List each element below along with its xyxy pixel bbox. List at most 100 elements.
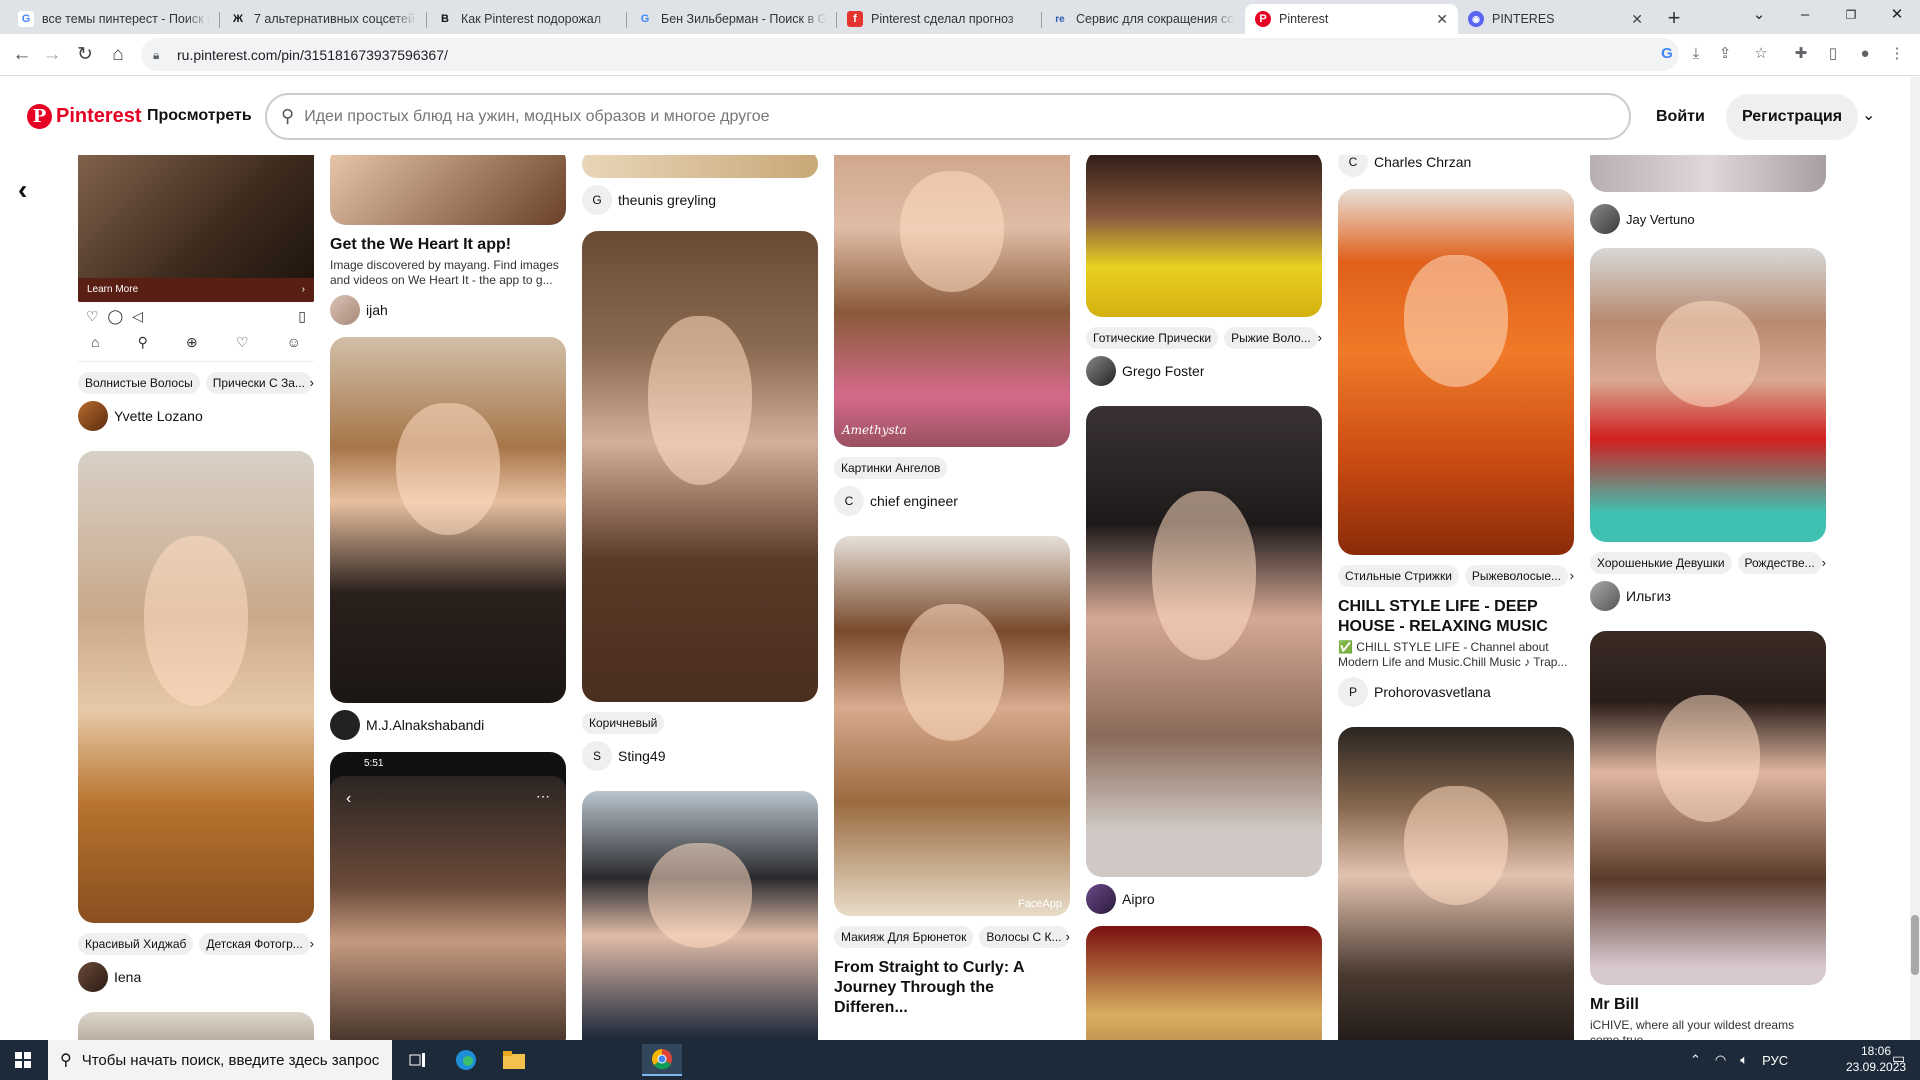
tag-chip[interactable]: Волнистые Волосы bbox=[78, 372, 200, 394]
pin-image[interactable] bbox=[1338, 189, 1574, 555]
close-tab-icon[interactable]: ✕ bbox=[1436, 11, 1448, 28]
tag-chip[interactable]: Макияж Для Брюнеток bbox=[834, 926, 974, 948]
pin-image[interactable] bbox=[582, 155, 818, 178]
scrollbar-thumb[interactable] bbox=[1911, 915, 1919, 975]
task-view-icon[interactable] bbox=[398, 1044, 438, 1076]
pin-author[interactable]: G theunis greyling bbox=[582, 185, 818, 215]
pin-image[interactable] bbox=[1590, 155, 1826, 192]
chevron-right-icon[interactable]: › bbox=[310, 933, 314, 955]
pin-image[interactable] bbox=[330, 155, 566, 225]
side-panel-icon[interactable]: ▯ bbox=[1821, 42, 1845, 66]
network-icon[interactable]: ◠ bbox=[1715, 1052, 1726, 1068]
scrollbar[interactable] bbox=[1910, 77, 1920, 1040]
search-bar[interactable]: ⚲ bbox=[265, 93, 1631, 140]
close-window-button[interactable]: ✕ bbox=[1874, 0, 1920, 30]
pin-image[interactable] bbox=[330, 337, 566, 703]
bookmark-star-icon[interactable]: ☆ bbox=[1749, 42, 1773, 66]
pin-author[interactable]: P Prohorovasvetlana bbox=[1338, 677, 1574, 707]
pin-author[interactable]: Jay Vertuno bbox=[1590, 204, 1826, 234]
back-arrow-icon[interactable]: ‹ bbox=[18, 174, 27, 206]
pin-image[interactable]: Learn More › bbox=[78, 155, 314, 302]
tab-2[interactable]: Ж 7 альтернативных соцсетей bbox=[220, 4, 427, 34]
google-lens-icon[interactable]: G bbox=[1655, 42, 1679, 66]
login-button[interactable]: Войти bbox=[1640, 97, 1721, 137]
address-bar[interactable]: 🔒︎ ru.pinterest.com/pin/3151816739375963… bbox=[141, 38, 1679, 71]
forward-icon[interactable]: → bbox=[38, 41, 66, 69]
tab-1[interactable]: G все темы пинтерест - Поиск в Google bbox=[8, 4, 220, 34]
pin-author[interactable]: M.J.Alnakshabandi bbox=[330, 710, 566, 740]
extensions-icon[interactable]: ✚ bbox=[1789, 42, 1813, 66]
pin-author[interactable]: S Sting49 bbox=[582, 741, 818, 771]
pin-title[interactable]: From Straight to Curly: A Journey Throug… bbox=[834, 958, 1070, 1018]
notifications-icon[interactable]: ▭ bbox=[1892, 1050, 1905, 1067]
file-explorer-icon[interactable] bbox=[494, 1044, 534, 1076]
browse-link[interactable]: Просмотреть bbox=[147, 107, 252, 125]
pin-image[interactable] bbox=[78, 451, 314, 923]
back-icon[interactable]: ← bbox=[8, 41, 36, 69]
pin-image[interactable] bbox=[1086, 926, 1322, 1040]
tag-chip[interactable]: Рыжеволосые... bbox=[1464, 565, 1568, 587]
pinterest-logo[interactable]: P Pinterest bbox=[27, 104, 142, 129]
language-indicator[interactable]: РУС bbox=[1762, 1053, 1788, 1068]
tab-6[interactable]: re Сервис для сокращения ссылок bbox=[1042, 4, 1245, 34]
pin-author[interactable]: Iena bbox=[78, 962, 314, 992]
profile-icon[interactable]: ● bbox=[1853, 42, 1877, 66]
pin-image[interactable] bbox=[1338, 727, 1574, 1040]
install-icon[interactable]: ⤓ bbox=[1684, 42, 1708, 66]
pin-image[interactable] bbox=[582, 791, 818, 1040]
tab-search-icon[interactable]: ⌄ bbox=[1736, 0, 1782, 30]
pin-title[interactable]: Get the We Heart It app! bbox=[330, 235, 566, 255]
tab-8[interactable]: ◉ PINTERES ✕ bbox=[1458, 4, 1653, 34]
tag-chip[interactable]: Рыжие Воло... bbox=[1224, 327, 1318, 349]
tag-chip[interactable]: Готические Прически bbox=[1086, 327, 1219, 349]
tag-chip[interactable]: Рождестве... bbox=[1737, 552, 1822, 574]
chevron-right-icon[interactable]: › bbox=[1570, 565, 1574, 587]
close-tab-icon[interactable]: ✕ bbox=[1631, 11, 1643, 28]
edge-icon[interactable] bbox=[446, 1044, 486, 1076]
menu-icon[interactable]: ⋮ bbox=[1885, 42, 1909, 66]
pin-author[interactable]: Aipro bbox=[1086, 884, 1322, 914]
learn-more-bar[interactable]: Learn More › bbox=[78, 278, 314, 302]
signup-button[interactable]: Регистрация bbox=[1726, 94, 1859, 140]
tag-chip[interactable]: Красивый Хиджаб bbox=[78, 933, 194, 955]
tag-chip[interactable]: Волосы С К... bbox=[979, 926, 1069, 948]
windows-start-icon[interactable] bbox=[0, 1040, 46, 1080]
tag-chip[interactable]: Прически С За... bbox=[205, 372, 312, 394]
minimize-button[interactable]: – bbox=[1782, 0, 1828, 30]
maximize-button[interactable]: ❐ bbox=[1828, 0, 1874, 30]
pin-image[interactable] bbox=[1590, 631, 1826, 985]
tab-pinterest-active[interactable]: P Pinterest ✕ bbox=[1245, 4, 1458, 34]
tab-4[interactable]: G Бен Зильберман - Поиск в Google bbox=[627, 4, 837, 34]
pin-image[interactable] bbox=[78, 1012, 314, 1040]
tag-chip[interactable]: Хорошенькие Девушки bbox=[1590, 552, 1732, 574]
pin-image[interactable] bbox=[582, 231, 818, 702]
chevron-right-icon[interactable]: › bbox=[1822, 552, 1826, 574]
pin-image[interactable]: Amethysta bbox=[834, 155, 1070, 447]
chevron-right-icon[interactable]: › bbox=[1066, 926, 1070, 948]
share-icon[interactable]: ⇪ bbox=[1713, 42, 1737, 66]
pin-author[interactable]: Grego Foster bbox=[1086, 356, 1322, 386]
pin-image[interactable]: 5:51 ‹ ⋯ bbox=[330, 752, 566, 1040]
pin-author[interactable]: C chief engineer bbox=[834, 486, 1070, 516]
tag-chip[interactable]: Детская Фотогр... bbox=[199, 933, 310, 955]
volume-icon[interactable]: 🔈︎ bbox=[1740, 1052, 1748, 1068]
new-tab-button[interactable]: + bbox=[1660, 4, 1688, 32]
pin-author[interactable]: C Charles Chrzan bbox=[1338, 155, 1574, 177]
pin-image[interactable] bbox=[1086, 155, 1322, 317]
pin-title[interactable]: CHILL STYLE LIFE - DEEP HOUSE - RELAXING… bbox=[1338, 597, 1574, 637]
tab-3[interactable]: B Как Pinterest подорожал bbox=[427, 4, 627, 34]
tag-chip[interactable]: Картинки Ангелов bbox=[834, 457, 948, 479]
pin-author[interactable]: ijah bbox=[330, 295, 566, 325]
reload-icon[interactable]: ↻ bbox=[71, 41, 99, 69]
tag-chip[interactable]: Стильные Стрижки bbox=[1338, 565, 1459, 587]
pin-image[interactable]: FaceApp bbox=[834, 536, 1070, 916]
tab-5[interactable]: f Pinterest сделал прогноз bbox=[837, 4, 1042, 34]
pin-title[interactable]: Mr Bill bbox=[1590, 995, 1826, 1015]
pin-author[interactable]: Ильгиз bbox=[1590, 581, 1826, 611]
chevron-up-icon[interactable]: ⌃ bbox=[1690, 1052, 1701, 1068]
pin-image[interactable] bbox=[1086, 406, 1322, 877]
pin-author[interactable]: Yvette Lozano bbox=[78, 401, 314, 431]
chevron-right-icon[interactable]: › bbox=[310, 372, 314, 394]
taskbar-search[interactable]: ⚲ Чтобы начать поиск, введите здесь запр… bbox=[48, 1040, 392, 1080]
search-input[interactable] bbox=[304, 107, 1505, 126]
